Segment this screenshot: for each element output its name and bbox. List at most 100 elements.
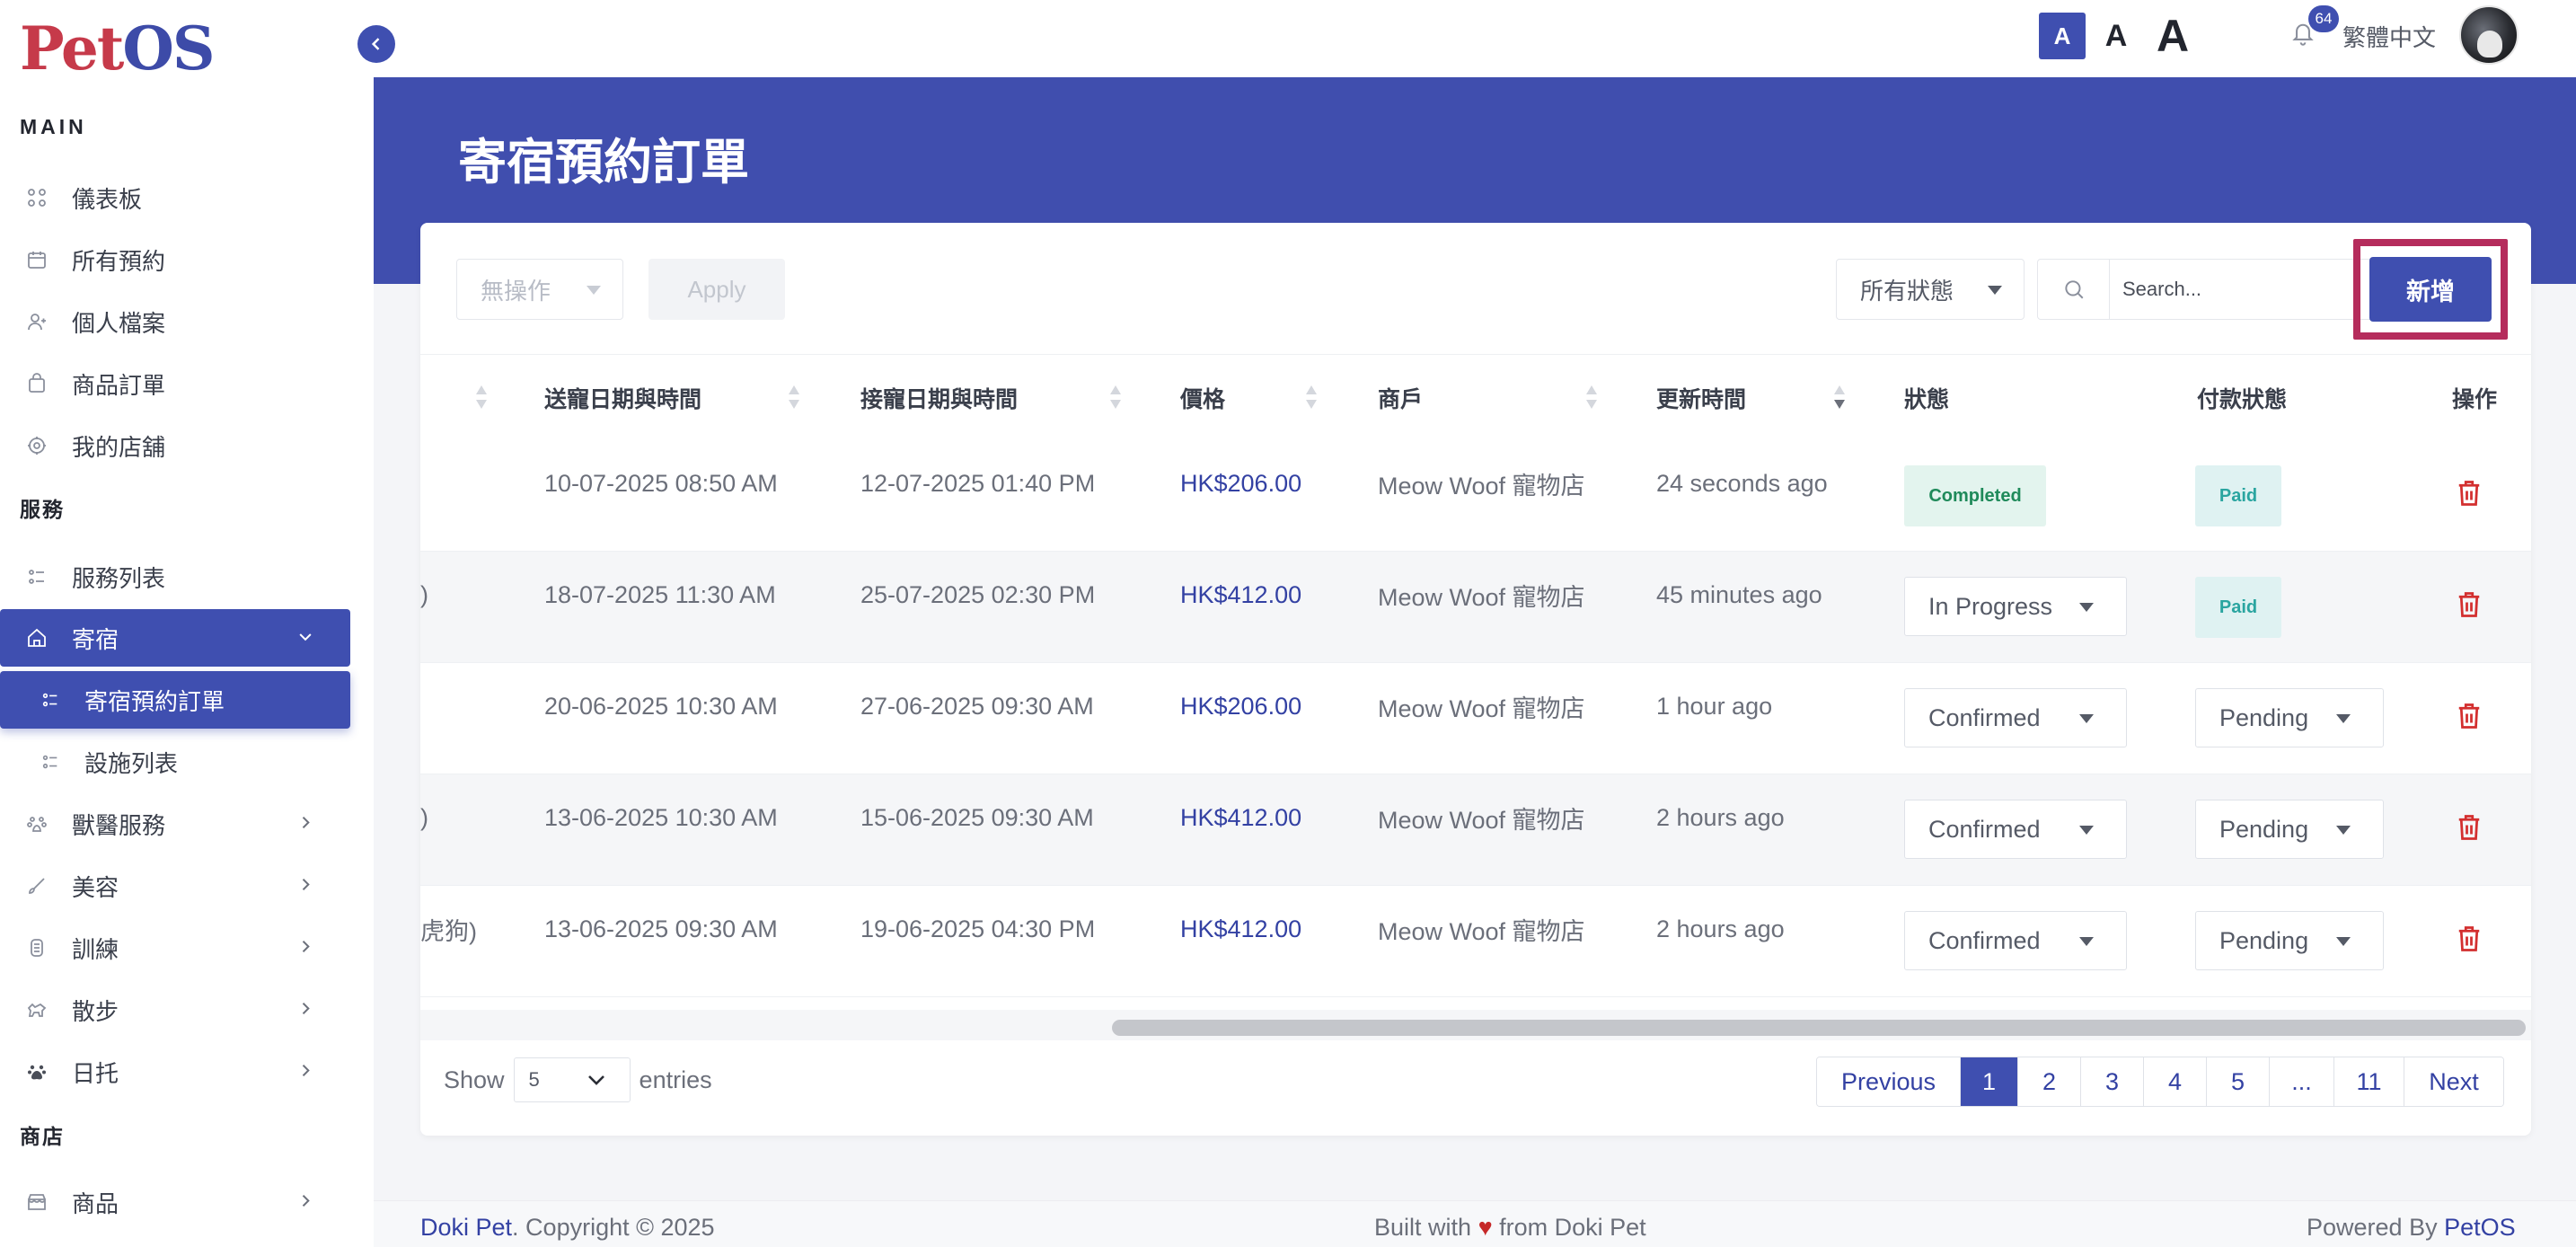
horizontal-scrollbar[interactable]: [420, 1010, 2531, 1040]
entries-label: entries: [639, 1066, 712, 1093]
avatar[interactable]: [2459, 5, 2519, 65]
column-header-dropoff[interactable]: 送寵日期與時間: [544, 355, 701, 441]
status-filter-select[interactable]: 所有狀態: [1836, 259, 2025, 320]
table-row[interactable]: ) 18-07-2025 11:30 AM 25-07-2025 02:30 PM H…: [420, 552, 2531, 663]
cell-price: HK$412.00: [1180, 580, 1302, 608]
page-button-1[interactable]: 1: [1961, 1057, 2018, 1106]
brush-icon: [25, 874, 49, 898]
sort-icon[interactable]: [789, 385, 799, 411]
chevron-left-icon: [371, 38, 380, 50]
status-value: Confirmed: [1928, 703, 2041, 731]
sidebar-item-vet[interactable]: 獸醫服務: [0, 795, 350, 853]
status-select[interactable]: Confirmed: [1904, 688, 2127, 747]
payment-status-select[interactable]: Pending: [2195, 800, 2384, 859]
cell-price: HK$206.00: [1180, 469, 1302, 497]
sort-icon[interactable]: [1306, 385, 1317, 411]
page-button-11[interactable]: 11: [2334, 1057, 2404, 1106]
page-button-2[interactable]: 2: [2018, 1057, 2081, 1106]
cell-dropoff: 13-06-2025 09:30 AM: [544, 915, 778, 942]
bulk-action-select[interactable]: 無操作: [456, 259, 623, 320]
user-icon: [25, 310, 49, 333]
status-value: In Progress: [1928, 592, 2053, 620]
sort-icon[interactable]: [1110, 385, 1121, 411]
delete-icon[interactable]: [2456, 478, 2483, 509]
sidebar-item-product-orders[interactable]: 商品訂單: [0, 355, 350, 412]
font-size-small-button[interactable]: A: [2039, 13, 2086, 59]
font-size-medium-button[interactable]: A: [2100, 13, 2132, 59]
table-row[interactable]: 10-07-2025 08:50 AM 12-07-2025 01:40 PM HK…: [420, 440, 2531, 552]
language-selector[interactable]: 繁體中文: [2342, 20, 2436, 53]
page-button-3[interactable]: 3: [2081, 1057, 2144, 1106]
table-row[interactable]: 20-06-2025 10:30 AM 27-06-2025 09:30 AM HK…: [420, 663, 2531, 774]
sidebar-item-walking[interactable]: 散步: [0, 981, 350, 1039]
cell-pickup: 27-06-2025 09:30 AM: [860, 692, 1094, 720]
status-badge: Completed: [1904, 465, 2046, 526]
column-header-merchant[interactable]: 商戶: [1378, 355, 1423, 441]
logo[interactable]: PetOS: [20, 13, 216, 84]
footer-built-pre: Built with: [1374, 1214, 1472, 1241]
orders-card: 無操作 Apply 所有狀態 新增 送寵日期與時間 接寵日期與時間 價格 商戶 …: [420, 223, 2531, 1136]
column-header-updated[interactable]: 更新時間: [1656, 355, 1746, 441]
cell-pickup: 19-06-2025 04:30 PM: [860, 915, 1096, 942]
caret-down-icon: [1988, 286, 2002, 295]
add-button[interactable]: 新增: [2369, 257, 2492, 322]
column-header-pickup[interactable]: 接寵日期與時間: [860, 355, 1018, 441]
footer-powered-brand[interactable]: PetOS: [2444, 1214, 2516, 1241]
delete-icon[interactable]: [2456, 701, 2483, 731]
caret-down-icon: [2079, 937, 2094, 946]
delete-icon[interactable]: [2456, 924, 2483, 954]
table-row[interactable]: ) 13-06-2025 10:30 AM 15-06-2025 09:30 AM H…: [420, 774, 2531, 886]
sidebar-item-all-bookings[interactable]: 所有預約: [0, 231, 350, 288]
column-header-price[interactable]: 價格: [1180, 355, 1225, 441]
delete-icon[interactable]: [2456, 812, 2483, 843]
sidebar-item-training[interactable]: 訓練: [0, 919, 350, 977]
next-page-button[interactable]: Next: [2404, 1057, 2503, 1106]
search-input[interactable]: [2110, 278, 2343, 301]
footer-powered-by: Powered By PetOS: [2307, 1214, 2516, 1242]
status-select[interactable]: Confirmed: [1904, 800, 2127, 859]
list-icon: [40, 751, 61, 773]
sort-desc-icon[interactable]: [1834, 385, 1845, 411]
sidebar-item-grooming[interactable]: 美容: [0, 857, 350, 915]
sort-icon[interactable]: [1586, 385, 1597, 411]
footer-built-post: from Doki Pet: [1499, 1214, 1646, 1241]
entries-select[interactable]: 5: [513, 1057, 631, 1102]
sidebar-item-label: 儀表板: [72, 185, 143, 213]
sidebar-item-boarding[interactable]: 寄宿: [0, 609, 350, 667]
column-header-status[interactable]: 狀態: [1904, 355, 1949, 441]
payment-status-select[interactable]: Pending: [2195, 688, 2384, 747]
sidebar-item-dashboard[interactable]: 儀表板: [0, 169, 350, 226]
footer-brand-link[interactable]: Doki Pet: [420, 1214, 512, 1241]
caret-down-icon: [2336, 937, 2351, 946]
sidebar-item-products[interactable]: 商品: [0, 1173, 350, 1231]
collapse-sidebar-button[interactable]: [357, 25, 395, 63]
cell-price: HK$412.00: [1180, 803, 1302, 831]
font-size-large-button[interactable]: A: [2150, 11, 2195, 61]
sidebar-item-daycare[interactable]: 日托: [0, 1043, 350, 1101]
sidebar-item-boarding-orders[interactable]: 寄宿預約訂單: [0, 671, 350, 729]
sidebar-item-label: 美容: [72, 873, 119, 901]
sidebar-item-service-list[interactable]: 服務列表: [0, 548, 350, 606]
status-select[interactable]: Confirmed: [1904, 911, 2127, 970]
caret-down-icon: [587, 286, 601, 295]
footer-copyright: Doki Pet. Copyright © 2025: [420, 1214, 715, 1242]
sidebar-item-my-store[interactable]: 我的店舖: [0, 417, 350, 474]
cell-merchant: Meow Woof 寵物店: [1378, 917, 1585, 945]
payment-status-select[interactable]: Pending: [2195, 911, 2384, 970]
delete-icon[interactable]: [2456, 589, 2483, 620]
sidebar-item-facilities[interactable]: 設施列表: [0, 733, 350, 791]
sidebar-item-label: 日托: [72, 1059, 119, 1087]
cell-merchant: Meow Woof 寵物店: [1378, 583, 1585, 611]
status-select[interactable]: In Progress: [1904, 577, 2127, 636]
logo-text-os: OS: [122, 13, 215, 84]
apply-button[interactable]: Apply: [648, 259, 785, 320]
cell-dropoff: 18-07-2025 11:30 AM: [544, 580, 776, 608]
sort-icon[interactable]: [476, 385, 487, 411]
table-row[interactable]: 虎狗) 13-06-2025 09:30 AM 19-06-2025 04:30 P…: [420, 886, 2531, 997]
scrollbar-thumb[interactable]: [1112, 1020, 2526, 1036]
page-button-5[interactable]: 5: [2207, 1057, 2270, 1106]
previous-page-button[interactable]: Previous: [1817, 1057, 1961, 1106]
sidebar-item-profile[interactable]: 個人檔案: [0, 293, 350, 350]
page-button-4[interactable]: 4: [2144, 1057, 2207, 1106]
column-header-payment[interactable]: 付款狀態: [2197, 355, 2287, 441]
